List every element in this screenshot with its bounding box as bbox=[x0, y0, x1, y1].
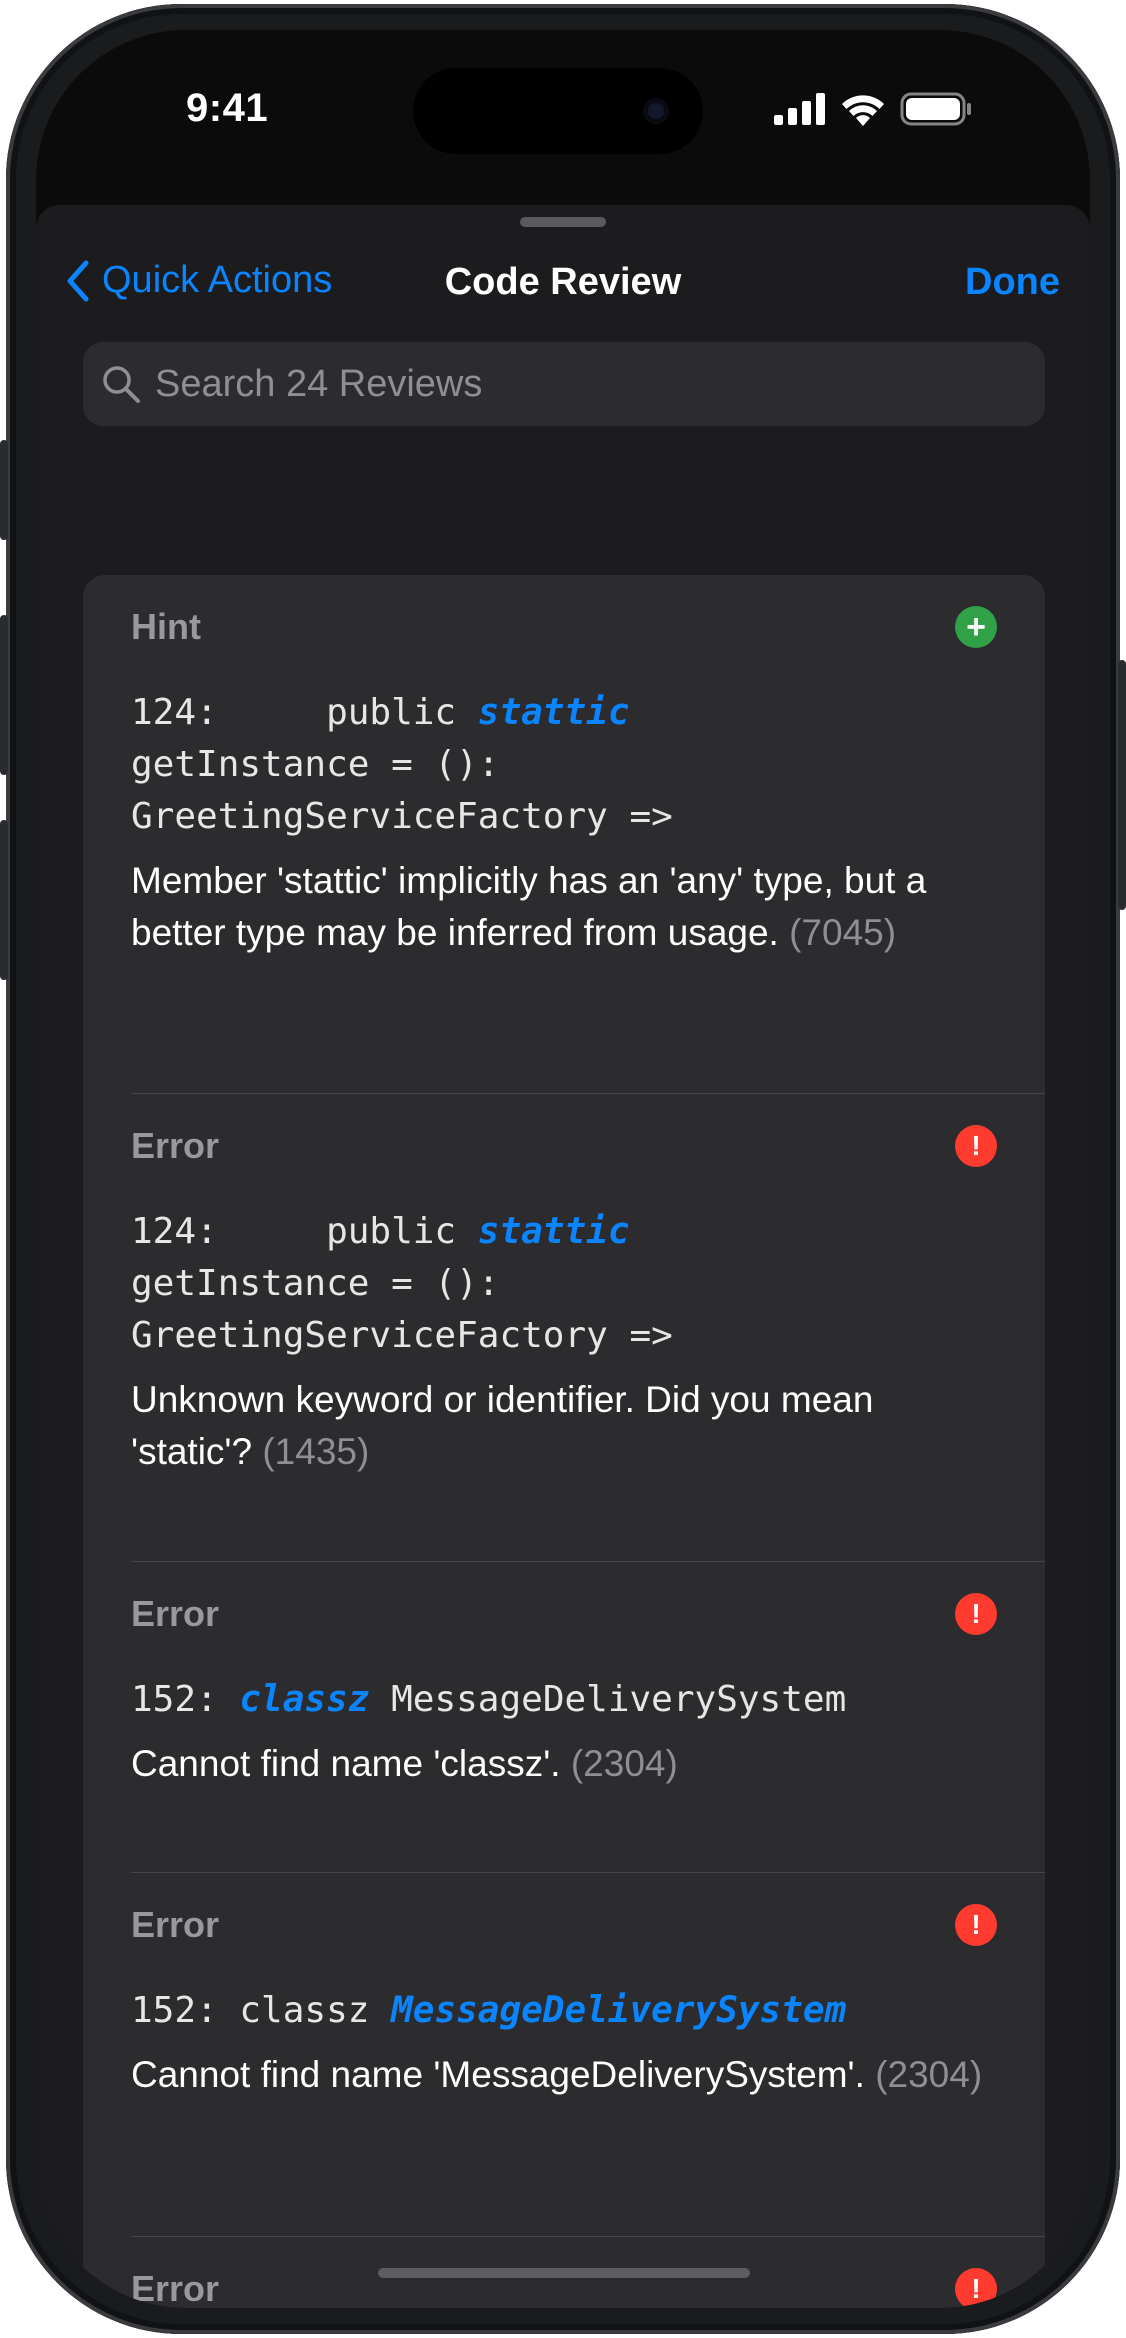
search-icon bbox=[103, 366, 140, 403]
navigation-bar: Quick Actions Code Review Done bbox=[36, 245, 1090, 325]
exclamation-circle-icon: ! bbox=[955, 1593, 997, 1635]
code-highlight: stattic bbox=[477, 1211, 630, 1252]
power-button bbox=[1118, 660, 1126, 910]
page-title: Code Review bbox=[444, 261, 682, 303]
review-message: Member 'stattic' implicitly has an 'any'… bbox=[131, 855, 1045, 959]
battery-icon bbox=[900, 92, 971, 126]
search-input[interactable] bbox=[155, 362, 1045, 406]
sheet-grabber[interactable] bbox=[520, 217, 606, 227]
diagnostic-code: (2304) bbox=[875, 2054, 983, 2095]
code-highlight: MessageDeliverySystem bbox=[391, 1990, 847, 2031]
status-bar: 9:41 bbox=[36, 30, 1090, 200]
code-text: getInstance = (): GreetingServiceFactory… bbox=[131, 744, 673, 837]
review-type-label: Error bbox=[131, 1593, 220, 1634]
home-indicator[interactable] bbox=[378, 2268, 750, 2278]
code-text: getInstance = (): GreetingServiceFactory… bbox=[131, 1263, 673, 1356]
exclamation-circle-icon: ! bbox=[955, 2268, 997, 2308]
message-text: Unknown keyword or identifier. Did you m… bbox=[131, 1379, 874, 1472]
status-time: 9:41 bbox=[186, 86, 269, 130]
code-text: 124: public bbox=[131, 1211, 478, 1252]
volume-down-button bbox=[0, 820, 8, 980]
action-button bbox=[0, 440, 8, 540]
message-text: Cannot find name 'classz'. bbox=[131, 1743, 561, 1784]
code-snippet: 152: classz MessageDeliverySystem bbox=[131, 1985, 1045, 2037]
code-text: 152: classz bbox=[131, 1990, 392, 2031]
review-list: Hint + 124: public stattic getInstance =… bbox=[83, 575, 1045, 2308]
review-item[interactable]: Error ! 152: classz MessageDeliverySyste… bbox=[83, 1873, 1045, 2237]
review-type-label: Hint bbox=[131, 606, 201, 647]
diagnostic-code: (2304) bbox=[570, 1743, 678, 1784]
wifi-icon bbox=[842, 95, 884, 126]
status-icons bbox=[774, 92, 972, 126]
diagnostic-code: (7045) bbox=[789, 912, 897, 953]
review-item[interactable]: Hint + 124: public stattic getInstance =… bbox=[83, 575, 1045, 1094]
review-message: Cannot find name 'MessageDeliverySystem'… bbox=[131, 2049, 1045, 2101]
code-text: MessageDeliverySystem bbox=[369, 1679, 847, 1720]
done-button[interactable]: Done bbox=[965, 261, 1060, 304]
code-text: 152: bbox=[131, 1679, 240, 1720]
code-review-sheet: Quick Actions Code Review Done Hint + 12… bbox=[36, 205, 1090, 2308]
diagnostic-code: (1435) bbox=[262, 1431, 370, 1472]
review-item[interactable]: Error ! 152: classz MessageDeliverySyste… bbox=[83, 1562, 1045, 1873]
exclamation-circle-icon: ! bbox=[955, 1125, 997, 1167]
screen: 9:41 Quick Actions Code Review Done Sear… bbox=[36, 30, 1090, 2308]
plus-circle-icon: + bbox=[955, 606, 997, 648]
code-highlight: stattic bbox=[477, 692, 630, 733]
code-highlight: classz bbox=[239, 1679, 370, 1720]
message-text: Cannot find name 'MessageDeliverySystem'… bbox=[131, 2054, 865, 2095]
code-snippet: 124: public stattic getInstance = (): Gr… bbox=[131, 687, 1045, 843]
cellular-signal-icon bbox=[774, 93, 825, 125]
code-snippet: 152: classz MessageDeliverySystem bbox=[131, 1674, 1045, 1726]
search-field[interactable] bbox=[83, 342, 1045, 426]
review-item[interactable]: Error ! 124: public stattic getInstance … bbox=[83, 1094, 1045, 1562]
exclamation-circle-icon: ! bbox=[955, 1904, 997, 1946]
review-message: Cannot find name 'classz'. (2304) bbox=[131, 1738, 1045, 1790]
review-type-label: Error bbox=[131, 2268, 220, 2308]
code-snippet: 124: public stattic getInstance = (): Gr… bbox=[131, 1206, 1045, 1362]
review-type-label: Error bbox=[131, 1904, 220, 1945]
front-camera-icon bbox=[643, 98, 669, 124]
dynamic-island bbox=[413, 68, 703, 154]
review-message: Unknown keyword or identifier. Did you m… bbox=[131, 1374, 1045, 1478]
volume-up-button bbox=[0, 615, 8, 775]
code-text: 124: public bbox=[131, 692, 478, 733]
review-type-label: Error bbox=[131, 1125, 220, 1166]
